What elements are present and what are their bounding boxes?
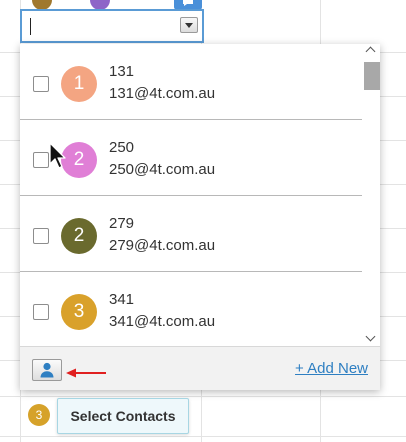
dropdown-toggle-button[interactable]: [180, 17, 198, 33]
contact-list: 1 131 131@4t.com.au 2 250 250@4t.com.au …: [20, 44, 362, 346]
chevron-up-icon[interactable]: [365, 46, 376, 57]
cell-badge: 3: [28, 404, 50, 426]
list-item[interactable]: 3 341 341@4t.com.au: [20, 272, 362, 346]
contact-email: 131@4t.com.au: [109, 85, 216, 102]
list-item[interactable]: 2 279 279@4t.com.au: [20, 196, 362, 272]
avatar-initial: 3: [73, 301, 85, 322]
select-contacts-button[interactable]: [32, 359, 62, 381]
list-item[interactable]: 1 131 131@4t.com.au: [20, 44, 362, 120]
avatar-initial: 1: [73, 73, 85, 94]
text-caret: [30, 18, 31, 35]
avatar: 2: [61, 218, 97, 254]
tooltip: Select Contacts: [57, 398, 189, 434]
list-item[interactable]: 2 250 250@4t.com.au: [20, 120, 362, 196]
person-icon: [40, 362, 54, 378]
contact-checkbox[interactable]: [33, 152, 49, 168]
red-arrow-icon: [66, 368, 106, 378]
contact-name: 131: [109, 63, 135, 80]
contact-dropdown-panel: 1 131 131@4t.com.au 2 250 250@4t.com.au …: [20, 44, 380, 390]
chevron-down-icon: [185, 22, 193, 28]
add-new-link[interactable]: + Add New: [295, 360, 368, 377]
badge-label: 3: [35, 408, 43, 422]
avatar-initial: 2: [73, 225, 85, 246]
list-scrollbar[interactable]: [362, 44, 380, 346]
contact-search-input[interactable]: [20, 9, 204, 43]
contact-checkbox[interactable]: [33, 76, 49, 92]
avatar: 1: [61, 66, 97, 102]
contact-name: 341: [109, 291, 135, 308]
avatar-initial: 2: [73, 149, 85, 170]
contact-name: 279: [109, 215, 135, 232]
avatar: 3: [61, 294, 97, 330]
contact-email: 279@4t.com.au: [109, 237, 216, 254]
scrollbar-thumb[interactable]: [364, 62, 380, 90]
contact-checkbox[interactable]: [33, 304, 49, 320]
chevron-down-icon[interactable]: [365, 331, 376, 342]
mouse-cursor-icon: [49, 142, 66, 169]
contact-email: 250@4t.com.au: [109, 161, 216, 178]
contact-checkbox[interactable]: [33, 228, 49, 244]
tooltip-text: Select Contacts: [70, 408, 176, 424]
contact-name: 250: [109, 139, 135, 156]
contact-email: 341@4t.com.au: [109, 313, 216, 330]
